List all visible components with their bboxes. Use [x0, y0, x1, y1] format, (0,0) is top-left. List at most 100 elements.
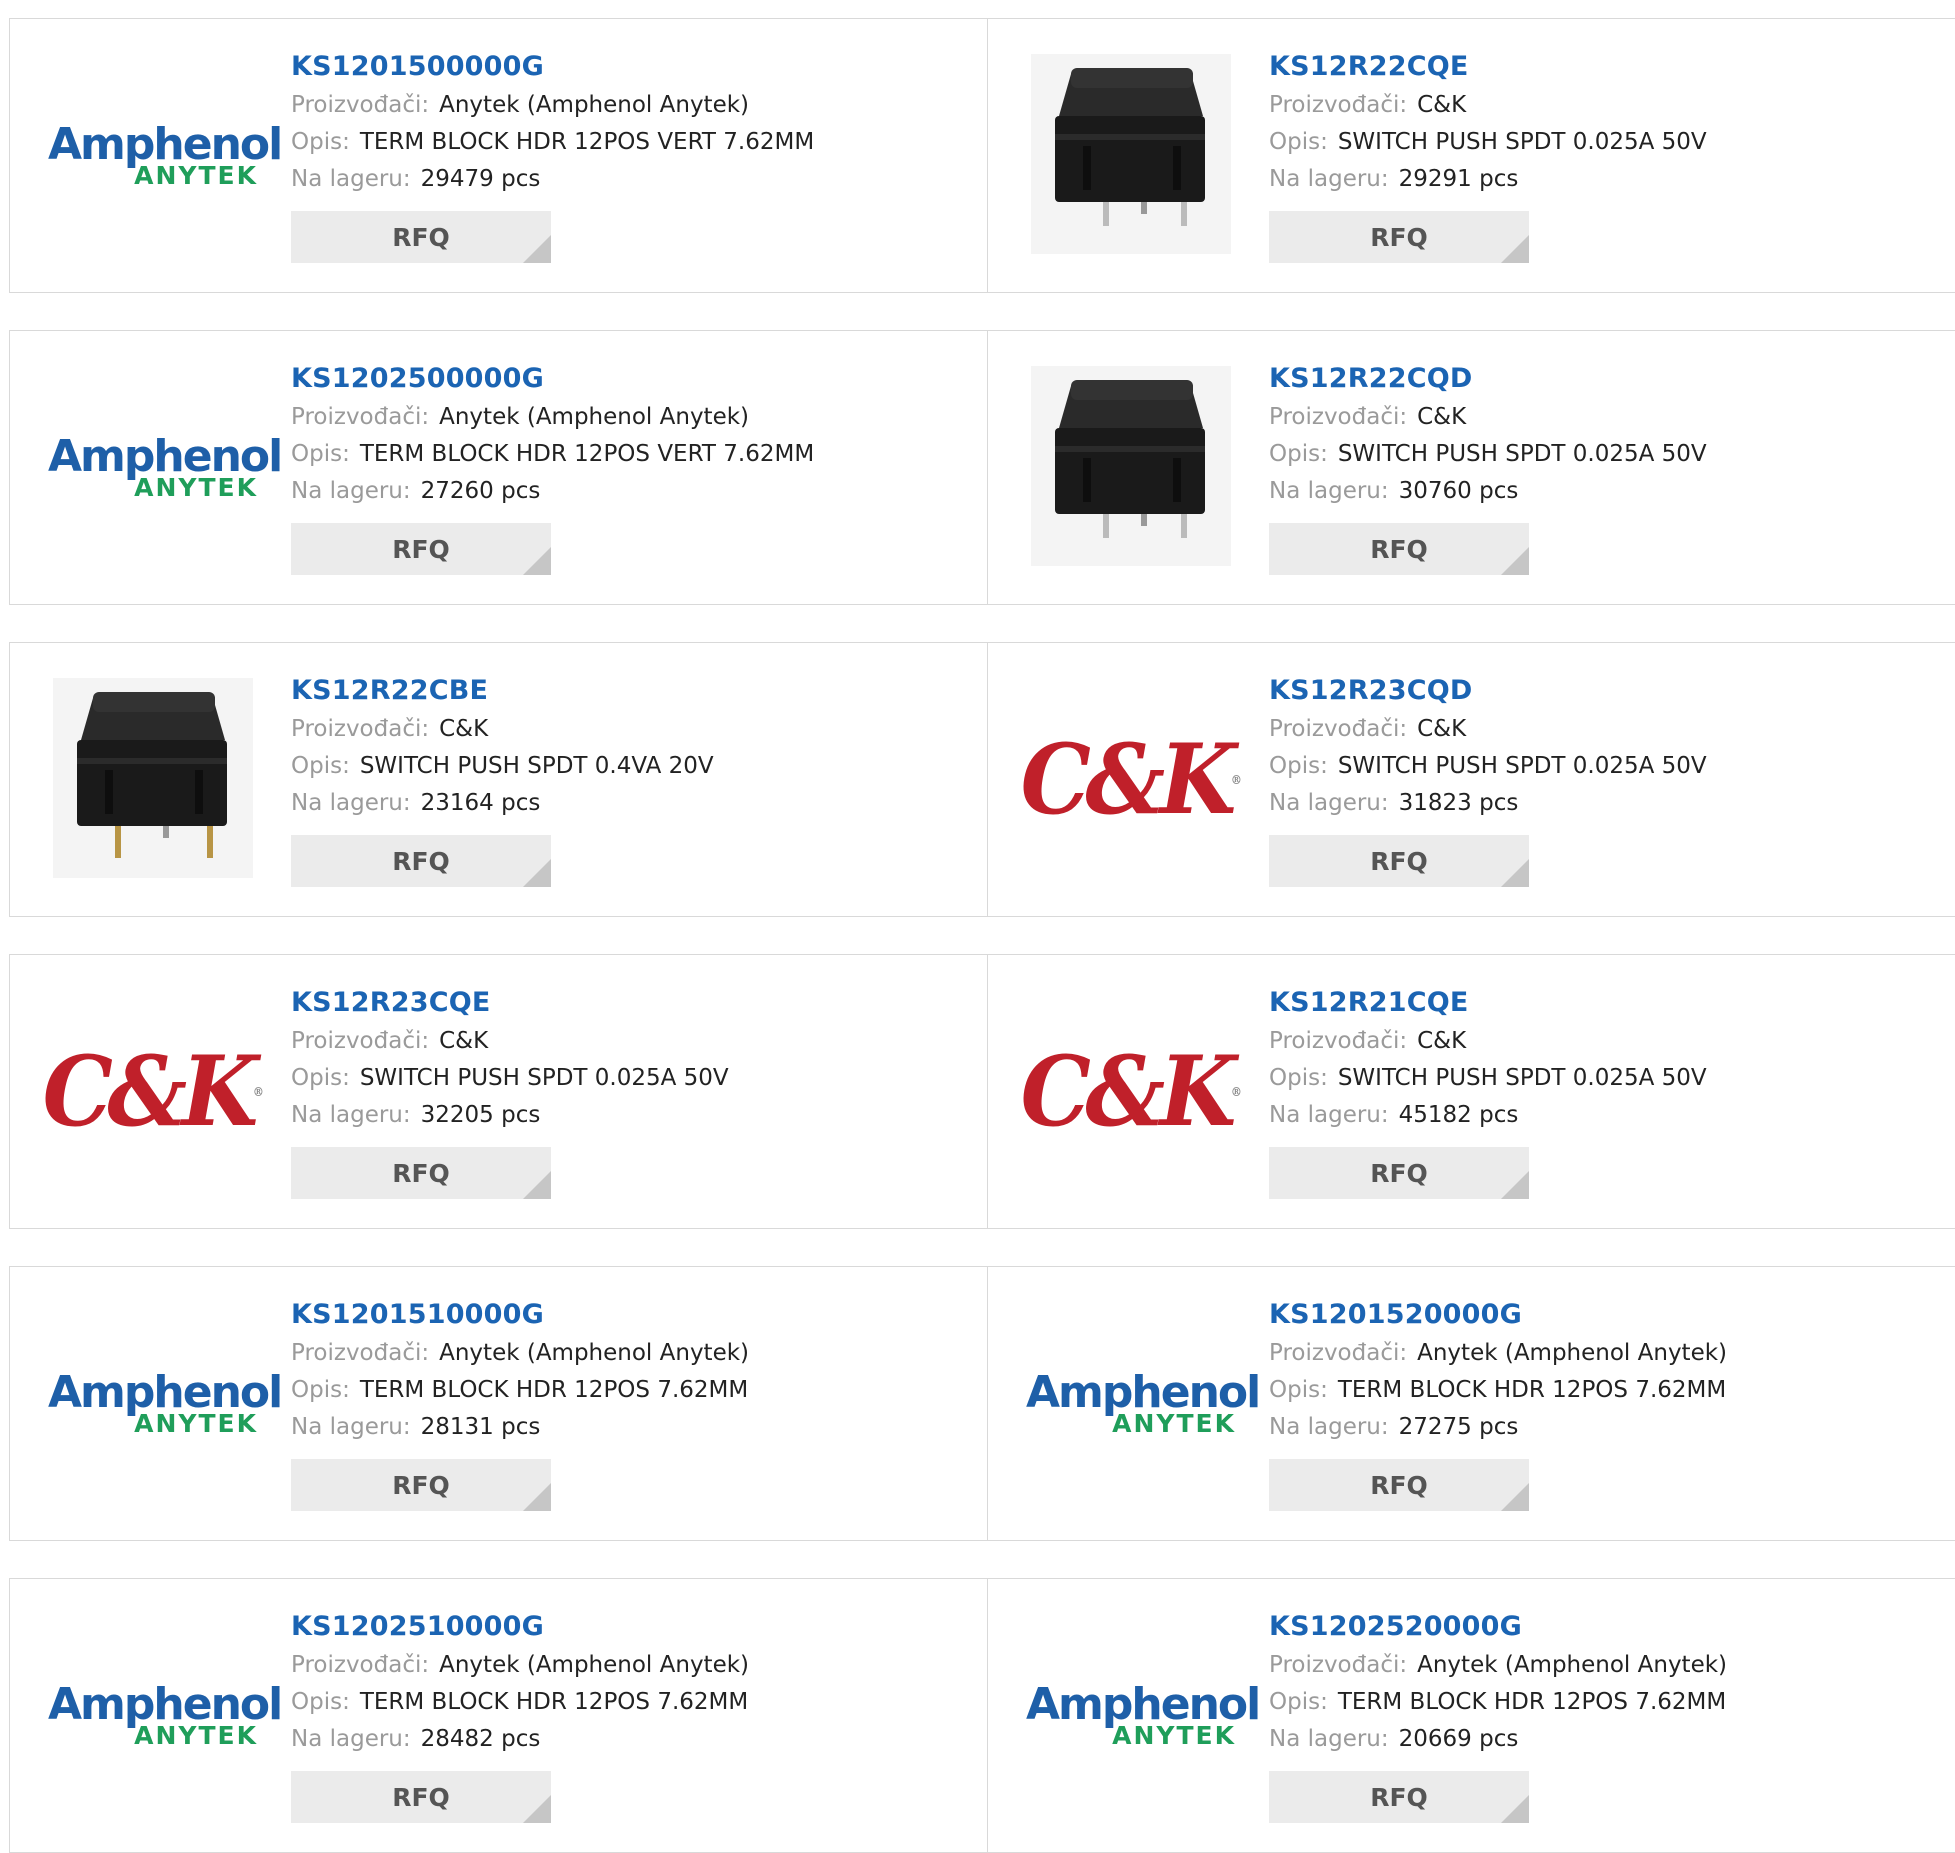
product-card: Amphenol ANYTEK KS1202520000G Proizvođači… [988, 1579, 1955, 1852]
part-number-link[interactable]: KS1202500000G [291, 359, 814, 399]
product-thumbnail[interactable]: Amphenol ANYTEK [48, 1616, 283, 1816]
rfq-button[interactable]: RFQ [291, 1459, 551, 1511]
product-card: Amphenol ANYTEK KS1201520000G Proizvođači… [988, 1267, 1955, 1540]
rfq-label: RFQ [392, 1782, 450, 1812]
manufacturer-line: Proizvođači: Anytek (Amphenol Anytek) [1269, 1647, 1727, 1684]
part-number-link[interactable]: KS1202510000G [291, 1607, 749, 1647]
product-card: Amphenol ANYTEK KS1202500000G Proizvođači… [10, 331, 988, 604]
manufacturer-value: Anytek (Amphenol Anytek) [439, 1652, 750, 1678]
part-number-link[interactable]: KS12R21CQE [1269, 983, 1707, 1023]
rfq-button[interactable]: RFQ [1269, 211, 1529, 263]
product-thumbnail[interactable]: C&K® [1020, 992, 1241, 1192]
rfq-button[interactable]: RFQ [1269, 1459, 1529, 1511]
manufacturer-line: Proizvođači: C&K [1269, 399, 1707, 436]
part-number-link[interactable]: KS12R22CBE [291, 671, 714, 711]
manufacturer-label: Proizvođači: [1269, 404, 1408, 430]
product-thumbnail[interactable] [1026, 53, 1236, 256]
manufacturer-label: Proizvođači: [1269, 92, 1408, 118]
stock-label: Na lageru: [1269, 1414, 1389, 1440]
part-number-link[interactable]: KS12R22CQE [1269, 47, 1707, 87]
manufacturer-value: C&K [439, 716, 489, 742]
manufacturer-label: Proizvođači: [1269, 1652, 1408, 1678]
description-value: SWITCH PUSH SPDT 0.4VA 20V [359, 753, 714, 779]
part-number-link[interactable]: KS1201510000G [291, 1295, 749, 1335]
rfq-label: RFQ [392, 222, 450, 252]
manufacturer-line: Proizvođači: Anytek (Amphenol Anytek) [291, 399, 814, 436]
product-thumbnail[interactable]: C&K® [42, 992, 263, 1192]
product-info: KS1201510000G Proizvođači: Anytek (Amphen… [291, 1295, 749, 1511]
product-info: KS12R22CBE Proizvođači: C&K Opis: SWITCH P… [291, 671, 714, 887]
part-number-link[interactable]: KS1201520000G [1269, 1295, 1727, 1335]
rfq-button[interactable]: RFQ [1269, 1771, 1529, 1823]
part-number-link[interactable]: KS12R23CQE [291, 983, 729, 1023]
product-thumbnail[interactable]: Amphenol ANYTEK [48, 1304, 283, 1504]
description-label: Opis: [1269, 1065, 1328, 1091]
rfq-button[interactable]: RFQ [291, 1147, 551, 1199]
manufacturer-value: Anytek (Amphenol Anytek) [1417, 1652, 1728, 1678]
product-thumbnail[interactable]: Amphenol ANYTEK [1026, 1304, 1261, 1504]
rfq-button[interactable]: RFQ [291, 1771, 551, 1823]
stock-value: 45182 pcs [1398, 1102, 1519, 1128]
description-value: TERM BLOCK HDR 12POS VERT 7.62MM [359, 129, 815, 155]
product-card: C&K® KS12R21CQE Proizvođači: C&K Opis: SWI… [988, 955, 1955, 1228]
product-row: C&K® KS12R23CQE Proizvođači: C&K Opis: SWI… [9, 954, 1955, 1229]
product-info: KS1202520000G Proizvođači: Anytek (Amphen… [1269, 1607, 1727, 1823]
product-thumbnail[interactable]: Amphenol ANYTEK [48, 56, 283, 256]
rfq-button[interactable]: RFQ [291, 211, 551, 263]
product-card: C&K® KS12R23CQE Proizvođači: C&K Opis: SWI… [10, 955, 988, 1228]
rfq-label: RFQ [1370, 222, 1428, 252]
product-info: KS12R22CQD Proizvođači: C&K Opis: SWITCH P… [1269, 359, 1707, 575]
product-row: Amphenol ANYTEK KS1202500000G Proizvođači… [9, 330, 1955, 605]
description-line: Opis: SWITCH PUSH SPDT 0.025A 50V [291, 1060, 729, 1097]
description-line: Opis: SWITCH PUSH SPDT 0.025A 50V [1269, 436, 1707, 473]
corner-triangle-icon [523, 1795, 551, 1823]
product-thumbnail[interactable] [48, 677, 258, 880]
product-thumbnail[interactable]: C&K® [1020, 680, 1241, 880]
part-number-link[interactable]: KS12R22CQD [1269, 359, 1707, 399]
manufacturer-line: Proizvođači: C&K [1269, 1023, 1707, 1060]
manufacturer-label: Proizvođači: [291, 1340, 430, 1366]
product-thumbnail[interactable]: Amphenol ANYTEK [48, 368, 283, 568]
manufacturer-line: Proizvođači: C&K [1269, 711, 1707, 748]
product-card: KS12R22CBE Proizvođači: C&K Opis: SWITCH P… [10, 643, 988, 916]
rfq-button[interactable]: RFQ [1269, 835, 1529, 887]
amphenol-anytek-logo: Amphenol ANYTEK [1026, 1679, 1261, 1750]
part-number-link[interactable]: KS1201500000G [291, 47, 814, 87]
amphenol-anytek-logo: Amphenol ANYTEK [48, 1679, 283, 1750]
stock-value: 23164 pcs [420, 790, 541, 816]
description-value: SWITCH PUSH SPDT 0.025A 50V [1337, 753, 1707, 779]
stock-value: 31823 pcs [1398, 790, 1519, 816]
description-value: TERM BLOCK HDR 12POS 7.62MM [1337, 1689, 1727, 1715]
manufacturer-value: C&K [1417, 92, 1467, 118]
stock-line: Na lageru: 32205 pcs [291, 1097, 729, 1134]
manufacturer-value: C&K [1417, 716, 1467, 742]
part-number-link[interactable]: KS12R23CQD [1269, 671, 1707, 711]
stock-value: 27275 pcs [1398, 1414, 1519, 1440]
product-thumbnail[interactable]: Amphenol ANYTEK [1026, 1616, 1261, 1816]
rfq-button[interactable]: RFQ [291, 523, 551, 575]
part-number-link[interactable]: KS1202520000G [1269, 1607, 1727, 1647]
stock-line: Na lageru: 45182 pcs [1269, 1097, 1707, 1134]
rfq-button[interactable]: RFQ [1269, 1147, 1529, 1199]
stock-value: 29479 pcs [420, 166, 541, 192]
stock-line: Na lageru: 27260 pcs [291, 473, 814, 510]
corner-triangle-icon [1501, 547, 1529, 575]
corner-triangle-icon [523, 1171, 551, 1199]
rfq-button[interactable]: RFQ [291, 835, 551, 887]
manufacturer-value: C&K [1417, 404, 1467, 430]
description-value: SWITCH PUSH SPDT 0.025A 50V [1337, 1065, 1707, 1091]
product-card: Amphenol ANYTEK KS1201510000G Proizvođači… [10, 1267, 988, 1540]
amphenol-anytek-logo: Amphenol ANYTEK [48, 119, 283, 190]
push-switch-image [1031, 365, 1231, 570]
product-card: C&K® KS12R23CQD Proizvođači: C&K Opis: SWI… [988, 643, 1955, 916]
corner-triangle-icon [523, 547, 551, 575]
amphenol-anytek-logo: Amphenol ANYTEK [48, 1367, 283, 1438]
description-label: Opis: [1269, 1377, 1328, 1403]
stock-label: Na lageru: [1269, 790, 1389, 816]
description-value: SWITCH PUSH SPDT 0.025A 50V [359, 1065, 729, 1091]
manufacturer-label: Proizvođači: [1269, 1340, 1408, 1366]
product-thumbnail[interactable] [1026, 365, 1236, 570]
rfq-button[interactable]: RFQ [1269, 523, 1529, 575]
description-line: Opis: TERM BLOCK HDR 12POS 7.62MM [291, 1372, 749, 1409]
description-line: Opis: TERM BLOCK HDR 12POS VERT 7.62MM [291, 124, 814, 161]
